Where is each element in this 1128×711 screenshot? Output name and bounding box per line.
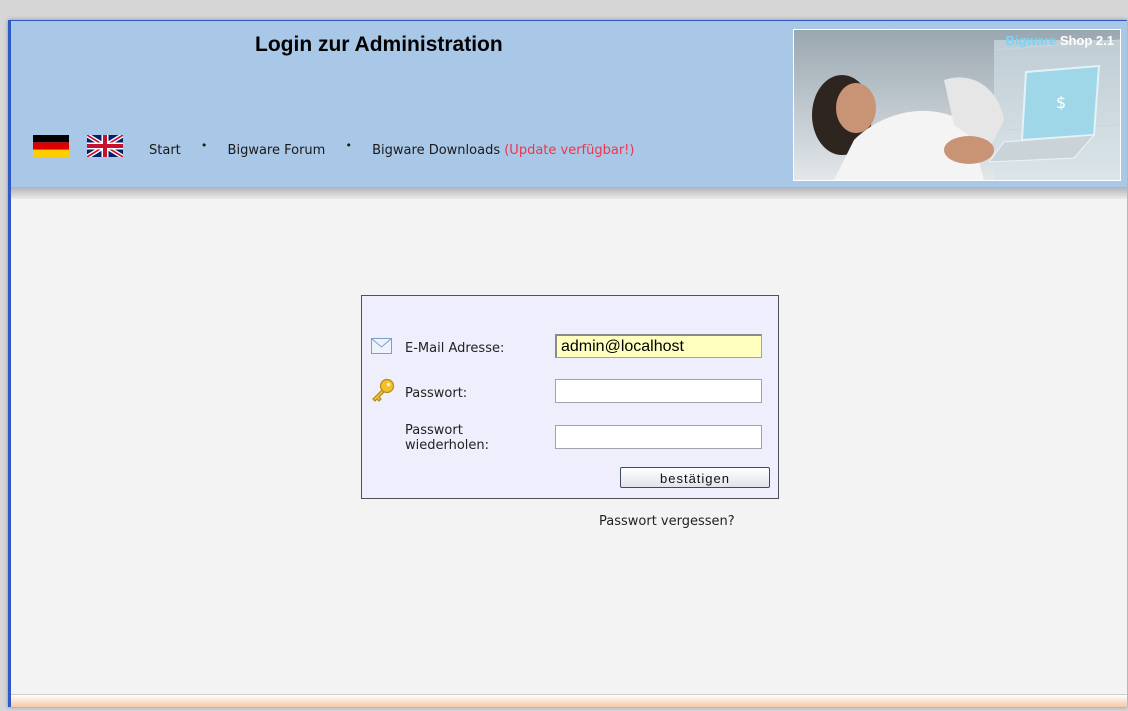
- header-divider: [11, 187, 1127, 199]
- browser-page: Login zur Administration Start • Bigware…: [8, 20, 1127, 707]
- bigware-shop-logo: Bigware Shop 2.1: [1005, 33, 1114, 48]
- confirm-button[interactable]: bestätigen: [620, 467, 770, 488]
- header: Login zur Administration Start • Bigware…: [11, 21, 1127, 187]
- email-field[interactable]: [555, 334, 762, 358]
- nav-separator: •: [345, 139, 352, 152]
- nav-start-link[interactable]: Start: [149, 143, 181, 158]
- page-title: Login zur Administration: [255, 33, 503, 56]
- nav-forum-link[interactable]: Bigware Forum: [228, 143, 326, 158]
- nav-downloads-link[interactable]: Bigware Downloads: [372, 143, 500, 158]
- envelope-icon: [371, 338, 392, 354]
- repeat-password-field[interactable]: [555, 425, 762, 449]
- repeat-password-label: Passwort wiederholen:: [405, 423, 490, 453]
- uk-flag-icon[interactable]: [87, 135, 123, 157]
- forgot-password-link[interactable]: Passwort vergessen?: [599, 514, 735, 529]
- german-flag-icon[interactable]: [33, 135, 69, 157]
- email-label: E-Mail Adresse:: [405, 341, 505, 356]
- nav-separator: •: [200, 139, 208, 152]
- login-form: E-Mail Adresse: Passwort: Passwort wiede…: [361, 295, 779, 499]
- header-banner-image: $ Bigware Shop 2.1: [793, 29, 1121, 181]
- password-field[interactable]: [555, 379, 762, 403]
- top-nav: Start • Bigware Forum • Bigware Download…: [149, 139, 634, 158]
- bottom-bar: [11, 694, 1127, 707]
- svg-text:$: $: [1056, 93, 1066, 112]
- update-available-link[interactable]: (Update verfügbar!): [504, 143, 634, 158]
- password-label: Passwort:: [405, 386, 468, 401]
- banner-illustration: $: [794, 30, 1120, 180]
- key-icon: [372, 378, 395, 402]
